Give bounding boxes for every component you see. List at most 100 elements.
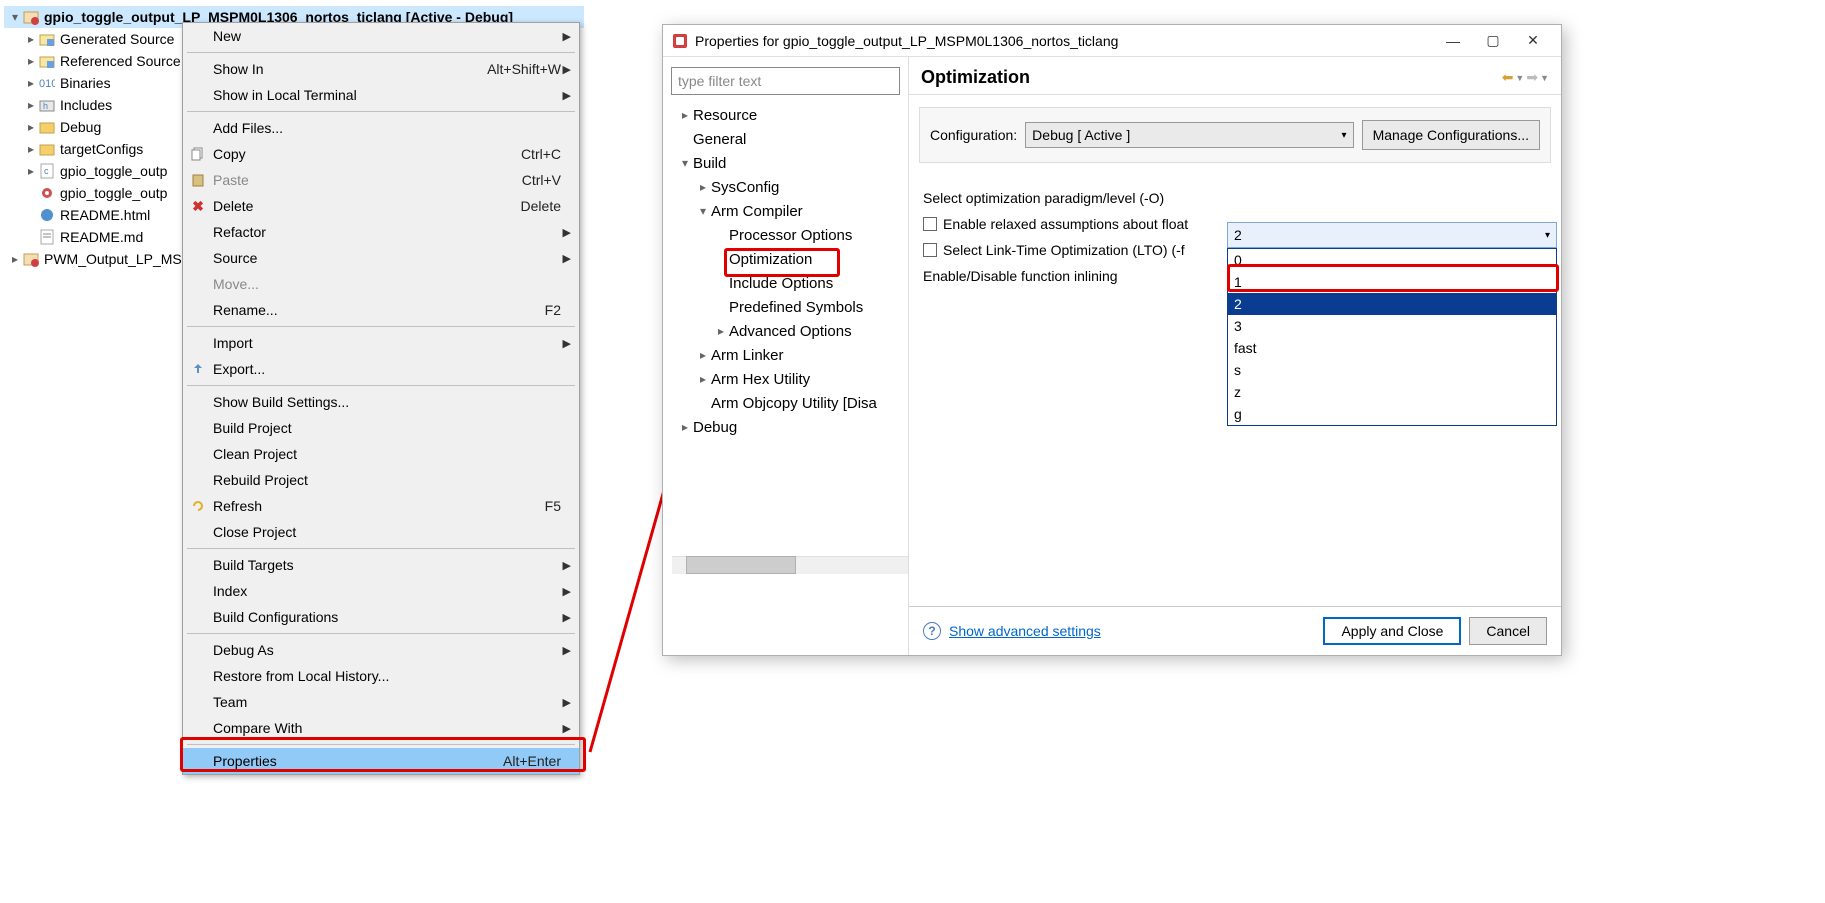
lto-label: Select Link-Time Optimization (LTO) (-f xyxy=(943,242,1185,258)
dropdown-option-s[interactable]: s xyxy=(1228,359,1556,381)
nav-debug[interactable]: ▸Debug xyxy=(663,415,908,439)
nav-arm-linker[interactable]: ▸Arm Linker xyxy=(663,343,908,367)
dialog-titlebar: Properties for gpio_toggle_output_LP_MSP… xyxy=(663,25,1561,57)
nav-label: Arm Linker xyxy=(711,347,784,364)
nav-back-icon[interactable]: ⬅ xyxy=(1502,69,1514,86)
nav-forward-icon[interactable]: ➡ xyxy=(1526,69,1538,86)
ctx-label: Debug As xyxy=(213,642,561,658)
chevron-right-icon: ▸ xyxy=(677,420,693,434)
ctx-show-in[interactable]: Show InAlt+Shift+W▶ xyxy=(183,56,579,82)
ctx-delete[interactable]: ✖DeleteDelete xyxy=(183,193,579,219)
dropdown-icon[interactable]: ▼ xyxy=(1540,73,1549,83)
ctx-close-project[interactable]: Close Project xyxy=(183,519,579,545)
ctx-properties[interactable]: PropertiesAlt+Enter xyxy=(183,748,579,774)
ctx-label: Export... xyxy=(213,361,561,377)
ctx-refresh[interactable]: RefreshF5 xyxy=(183,493,579,519)
nav-sysconfig[interactable]: ▸SysConfig xyxy=(663,175,908,199)
ctx-import[interactable]: Import▶ xyxy=(183,330,579,356)
ctx-copy[interactable]: CopyCtrl+C xyxy=(183,141,579,167)
delete-icon: ✖ xyxy=(189,197,207,215)
ctx-export-[interactable]: Export... xyxy=(183,356,579,382)
dropdown-option-z[interactable]: z xyxy=(1228,381,1556,403)
folder-icon xyxy=(38,118,56,136)
nav-general[interactable]: General xyxy=(663,127,908,151)
ctx-build-configurations[interactable]: Build Configurations▶ xyxy=(183,604,579,630)
ctx-label: New xyxy=(213,28,561,44)
opt-level-select[interactable]: 2 ▾ xyxy=(1227,222,1557,248)
window-close-button[interactable]: ✕ xyxy=(1513,28,1553,54)
config-select[interactable]: Debug [ Active ] ▾ xyxy=(1025,122,1353,148)
nav-label: Resource xyxy=(693,107,757,124)
nav-predefined-symbols[interactable]: Predefined Symbols xyxy=(663,295,908,319)
ctx-label: Build Project xyxy=(213,420,561,436)
dropdown-option-2[interactable]: 2 xyxy=(1228,293,1556,315)
nav-optimization[interactable]: Optimization xyxy=(663,247,908,271)
ccs-project-icon xyxy=(22,8,40,26)
manage-configurations-button[interactable]: Manage Configurations... xyxy=(1362,120,1540,150)
nav-processor-options[interactable]: Processor Options xyxy=(663,223,908,247)
ctx-label: Rebuild Project xyxy=(213,472,561,488)
window-minimize-button[interactable]: — xyxy=(1433,28,1473,54)
help-icon[interactable]: ? xyxy=(923,622,941,640)
apply-close-button[interactable]: Apply and Close xyxy=(1323,617,1461,645)
nav-arm-compiler[interactable]: ▾Arm Compiler xyxy=(663,199,908,223)
chevron-right-icon: ▶ xyxy=(561,226,571,239)
nav-label: Include Options xyxy=(729,275,833,292)
dropdown-option-fast[interactable]: fast xyxy=(1228,337,1556,359)
window-maximize-button[interactable]: ▢ xyxy=(1473,28,1513,54)
ctx-team[interactable]: Team▶ xyxy=(183,689,579,715)
lto-checkbox[interactable] xyxy=(923,243,937,257)
chevron-down-icon: ▾ xyxy=(677,156,693,170)
dropdown-option-0[interactable]: 0 xyxy=(1228,249,1556,271)
ctx-source[interactable]: Source▶ xyxy=(183,245,579,271)
nav-advanced-options[interactable]: ▸Advanced Options xyxy=(663,319,908,343)
dialog-title: Properties for gpio_toggle_output_LP_MSP… xyxy=(695,33,1433,49)
opt-level-value: 2 xyxy=(1234,227,1242,243)
dropdown-option-g[interactable]: g xyxy=(1228,403,1556,425)
nav-build[interactable]: ▾Build xyxy=(663,151,908,175)
nav-scrollbar-thumb[interactable] xyxy=(686,556,796,574)
chevron-right-icon: ▸ xyxy=(24,98,38,112)
ctx-rebuild-project[interactable]: Rebuild Project xyxy=(183,467,579,493)
dropdown-icon[interactable]: ▼ xyxy=(1515,73,1524,83)
ctx-label: Build Targets xyxy=(213,557,561,573)
nav-arm-hex-utility[interactable]: ▸Arm Hex Utility xyxy=(663,367,908,391)
nav-arrows: ⬅ ▼ ➡ ▼ xyxy=(1502,69,1549,86)
filter-input[interactable]: type filter text xyxy=(671,67,900,95)
ctx-label: Show in Local Terminal xyxy=(213,87,561,103)
ctx-label: Rename... xyxy=(213,302,545,318)
ctx-compare-with[interactable]: Compare With▶ xyxy=(183,715,579,741)
ctx-show-build-settings-[interactable]: Show Build Settings... xyxy=(183,389,579,415)
tree-label: gpio_toggle_outp xyxy=(60,163,167,179)
chevron-right-icon: ▸ xyxy=(713,324,729,338)
ctx-restore-from-local-history-[interactable]: Restore from Local History... xyxy=(183,663,579,689)
chevron-right-icon: ▶ xyxy=(561,89,571,102)
nav-include-options[interactable]: Include Options xyxy=(663,271,908,295)
separator xyxy=(187,111,575,112)
nav-label: Arm Compiler xyxy=(711,203,803,220)
chevron-right-icon: ▶ xyxy=(561,63,571,76)
ctx-new[interactable]: New▶ xyxy=(183,23,579,49)
show-advanced-link[interactable]: Show advanced settings xyxy=(949,623,1101,639)
folder-gen-icon xyxy=(38,30,56,48)
ctx-label: Team xyxy=(213,694,561,710)
cancel-button[interactable]: Cancel xyxy=(1469,617,1547,645)
inc-icon: h xyxy=(38,96,56,114)
ctx-build-targets[interactable]: Build Targets▶ xyxy=(183,552,579,578)
relaxed-float-checkbox[interactable] xyxy=(923,217,937,231)
nav-resource[interactable]: ▸Resource xyxy=(663,103,908,127)
ctx-clean-project[interactable]: Clean Project xyxy=(183,441,579,467)
ctx-label: Import xyxy=(213,335,561,351)
chevron-right-icon: ▶ xyxy=(561,611,571,624)
ctx-rename-[interactable]: Rename...F2 xyxy=(183,297,579,323)
dropdown-option-1[interactable]: 1 xyxy=(1228,271,1556,293)
ctx-build-project[interactable]: Build Project xyxy=(183,415,579,441)
nav-arm-objcopy-utility-disa[interactable]: Arm Objcopy Utility [Disa xyxy=(663,391,908,415)
ctx-show-in-local-terminal[interactable]: Show in Local Terminal▶ xyxy=(183,82,579,108)
ctx-refactor[interactable]: Refactor▶ xyxy=(183,219,579,245)
ctx-index[interactable]: Index▶ xyxy=(183,578,579,604)
dropdown-option-3[interactable]: 3 xyxy=(1228,315,1556,337)
copy-icon xyxy=(189,145,207,163)
ctx-debug-as[interactable]: Debug As▶ xyxy=(183,637,579,663)
ctx-add-files-[interactable]: Add Files... xyxy=(183,115,579,141)
